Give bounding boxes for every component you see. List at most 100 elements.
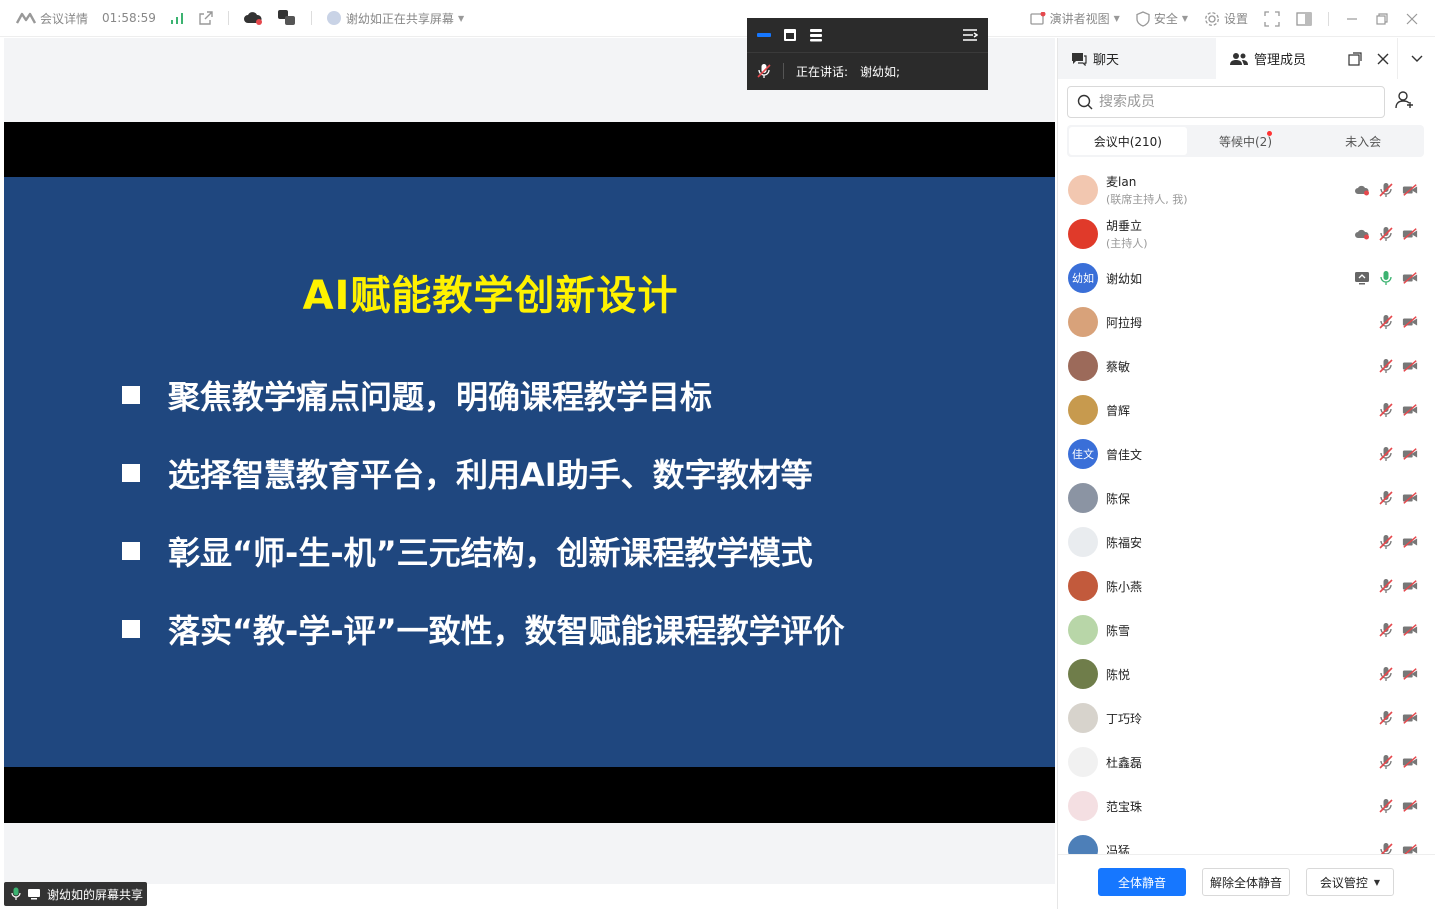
mic-muted-icon[interactable]	[1378, 490, 1394, 506]
avatar	[1068, 307, 1098, 337]
cloud-record-icon	[1354, 228, 1370, 240]
member-list: 麦lan (联席主持人, 我) 胡垂立 (主持人) 幼如 谢幼如 阿拉拇 蔡敏 曾辉 佳文 曾佳文陈…	[1058, 168, 1435, 854]
member-row[interactable]: 陈保	[1058, 476, 1435, 520]
mic-muted-icon[interactable]	[1378, 534, 1394, 550]
meeting-control-label: 会议管控	[1319, 875, 1368, 890]
member-row[interactable]: 杜鑫磊	[1058, 740, 1435, 784]
member-row[interactable]: 陈小燕	[1058, 564, 1435, 608]
camera-off-icon[interactable]	[1402, 799, 1418, 813]
avatar	[1068, 483, 1098, 513]
camera-off-icon[interactable]	[1402, 271, 1418, 285]
screen-share-badge[interactable]: 谢幼如的屏幕共享	[4, 882, 147, 906]
camera-off-icon[interactable]	[1402, 447, 1418, 461]
member-name: 谢幼如	[1106, 271, 1143, 286]
mute-all-button[interactable]: 全体静音	[1098, 868, 1186, 896]
camera-off-icon[interactable]	[1402, 491, 1418, 505]
external-link-icon[interactable]	[198, 10, 214, 26]
cloud-record-icon[interactable]	[243, 11, 263, 25]
avatar	[1068, 571, 1098, 601]
chevron-down-icon[interactable]	[1397, 38, 1435, 79]
member-row[interactable]: 丁巧玲	[1058, 696, 1435, 740]
mic-muted-icon[interactable]	[1378, 578, 1394, 594]
members-panel: 聊天 管理成员 搜索成员 会议中(210) 等候中(2) 未入会 麦lan (联…	[1057, 38, 1435, 909]
member-name: 陈保	[1106, 491, 1131, 506]
member-row[interactable]: 范宝珠	[1058, 784, 1435, 828]
sharing-status-button[interactable]: 谢幼如正在共享屏幕 ▼	[326, 10, 464, 27]
meeting-control-button[interactable]: 会议管控 ▼	[1306, 868, 1394, 896]
fullscreen-icon[interactable]	[1264, 10, 1280, 27]
avatar	[1068, 175, 1098, 205]
member-row[interactable]: 佳文 曾佳文	[1058, 432, 1435, 476]
chat-icon	[1072, 52, 1087, 66]
sidebar-toggle-icon[interactable]	[1296, 11, 1312, 26]
mic-muted-icon[interactable]	[1378, 358, 1394, 374]
member-name: 杜鑫磊	[1106, 755, 1143, 770]
mic-on-icon[interactable]	[1378, 270, 1394, 286]
member-row[interactable]: 蔡敏	[1058, 344, 1435, 388]
camera-off-icon[interactable]	[1402, 711, 1418, 725]
restore-icon[interactable]	[1375, 12, 1389, 26]
popout-icon[interactable]	[1341, 51, 1369, 66]
minimize-bar-icon[interactable]	[757, 32, 771, 38]
camera-off-icon[interactable]	[1402, 183, 1418, 197]
avatar: 幼如	[1068, 263, 1098, 293]
meeting-details-button[interactable]: 会议详情	[16, 10, 88, 27]
presenter-view-button[interactable]: 演讲者视图 ▼	[1029, 10, 1120, 27]
mic-muted-icon[interactable]	[1378, 754, 1394, 770]
mic-muted-icon[interactable]	[1378, 710, 1394, 726]
member-row[interactable]: 冯猛	[1058, 828, 1435, 854]
toolbar-divider	[1328, 11, 1329, 26]
mic-muted-icon[interactable]	[1378, 314, 1394, 330]
close-panel-icon[interactable]	[1369, 53, 1397, 65]
signal-icon[interactable]	[170, 12, 184, 24]
camera-off-icon[interactable]	[1402, 843, 1418, 854]
member-row[interactable]: 麦lan (联席主持人, 我)	[1058, 168, 1435, 212]
collapse-panel-icon[interactable]	[962, 28, 978, 42]
mic-muted-icon[interactable]	[1378, 842, 1394, 854]
avatar	[1068, 659, 1098, 689]
unmute-all-button[interactable]: 解除全体静音	[1202, 868, 1290, 896]
mic-muted-icon[interactable]	[1378, 622, 1394, 638]
settings-label: 设置	[1223, 12, 1248, 26]
member-row[interactable]: 胡垂立 (主持人)	[1058, 212, 1435, 256]
toolbar-divider	[310, 11, 312, 25]
avatar	[1068, 527, 1098, 557]
segment-not-joined[interactable]: 未入会	[1304, 127, 1422, 155]
mic-muted-icon[interactable]	[1378, 798, 1394, 814]
member-row[interactable]: 阿拉拇	[1058, 300, 1435, 344]
member-row[interactable]: 陈福安	[1058, 520, 1435, 564]
member-search-input[interactable]	[1099, 94, 1369, 110]
camera-off-icon[interactable]	[1402, 755, 1418, 769]
mic-muted-icon[interactable]	[1378, 182, 1394, 198]
minimize-icon[interactable]	[1345, 12, 1359, 26]
camera-off-icon[interactable]	[1402, 667, 1418, 681]
camera-off-icon[interactable]	[1402, 359, 1418, 373]
slide-bullet: 彰显“师-生-机”三元结构，创新课程教学模式	[122, 528, 813, 574]
camera-off-icon[interactable]	[1402, 535, 1418, 549]
tab-chat[interactable]: 聊天	[1058, 38, 1216, 79]
close-icon[interactable]	[1405, 12, 1419, 26]
mic-muted-icon[interactable]	[1378, 226, 1394, 242]
member-row[interactable]: 陈悦	[1058, 652, 1435, 696]
mic-muted-icon[interactable]	[1378, 446, 1394, 462]
camera-off-icon[interactable]	[1402, 579, 1418, 593]
segment-waiting[interactable]: 等候中(2)	[1187, 127, 1305, 155]
member-row[interactable]: 陈雪	[1058, 608, 1435, 652]
invite-member-icon[interactable]	[1395, 90, 1415, 114]
camera-off-icon[interactable]	[1402, 623, 1418, 637]
member-row[interactable]: 幼如 谢幼如	[1058, 256, 1435, 300]
member-row[interactable]: 曾辉	[1058, 388, 1435, 432]
member-search-box[interactable]	[1067, 86, 1385, 118]
camera-off-icon[interactable]	[1402, 315, 1418, 329]
sharing-status-label: 谢幼如正在共享屏幕	[345, 11, 454, 26]
window-icon[interactable]	[783, 28, 797, 42]
mic-muted-icon[interactable]	[1378, 402, 1394, 418]
camera-off-icon[interactable]	[1402, 403, 1418, 417]
settings-button[interactable]: 设置	[1204, 10, 1248, 27]
mic-muted-icon[interactable]	[1378, 666, 1394, 682]
segment-in-meeting[interactable]: 会议中(210)	[1069, 127, 1187, 155]
camera-off-icon[interactable]	[1402, 227, 1418, 241]
translate-icon[interactable]	[277, 9, 297, 27]
security-button[interactable]: 安全 ▼	[1136, 10, 1188, 27]
list-view-icon[interactable]	[809, 28, 823, 42]
